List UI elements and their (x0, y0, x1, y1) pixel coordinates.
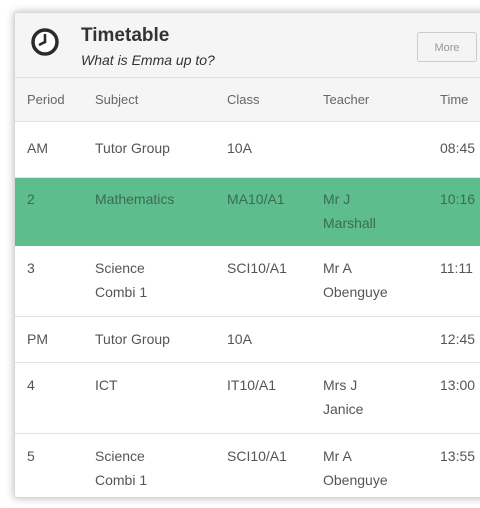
cell-class: 10A (227, 331, 252, 347)
cell-subject: Tutor Group (95, 331, 170, 347)
screen: Timetable What is Emma up to? More Perio… (0, 0, 480, 508)
table-row[interactable]: 5 Science Combi 1 SCI10/A1 Mr A Obenguye… (15, 434, 480, 497)
cell-period: 2 (27, 191, 35, 207)
column-header-teacher: Teacher (323, 92, 370, 107)
table-row[interactable]: 4 ICT IT10/A1 Mrs J Janice 13:00 (15, 363, 480, 434)
cell-time: 10:16 (440, 191, 476, 207)
cell-teacher: Mr A Obenguye (323, 448, 388, 488)
cell-time: 11:11 (440, 260, 473, 276)
cell-teacher: Mrs J Janice (323, 377, 364, 417)
table-row[interactable]: PM Tutor Group 10A 12:45 (15, 317, 480, 363)
cell-subject: Mathematics (95, 191, 175, 207)
cell-time: 13:55 (440, 448, 476, 464)
cell-time: 12:45 (440, 331, 476, 347)
cell-period: PM (27, 331, 48, 347)
cell-time: 08:45 (440, 140, 476, 156)
cell-teacher: Mr A Obenguye (323, 260, 388, 300)
column-header-class: Class (227, 92, 260, 107)
table-header: Period Subject Class Teacher Time (15, 78, 480, 122)
cell-subject: Science Combi 1 (95, 448, 148, 488)
more-button[interactable]: More (417, 32, 477, 62)
timetable-header: Timetable What is Emma up to? More (15, 13, 480, 78)
table-row-current[interactable]: 2 Mathematics MA10/A1 Mr J Marshall 10:1… (15, 178, 480, 246)
column-header-subject: Subject (95, 92, 139, 107)
timetable-panel: Timetable What is Emma up to? More Perio… (14, 12, 480, 498)
table-row[interactable]: 3 Science Combi 1 SCI10/A1 Mr A Obenguye… (15, 246, 480, 317)
cell-teacher: Mr J Marshall (323, 191, 376, 231)
cell-class: 10A (227, 140, 252, 156)
cell-period: 4 (27, 377, 35, 393)
cell-class: SCI10/A1 (227, 260, 287, 276)
cell-period: 5 (27, 448, 35, 464)
cell-period: 3 (27, 260, 35, 276)
page-subtitle: What is Emma up to? (81, 52, 215, 68)
table-row[interactable]: AM Tutor Group 10A 08:45 (15, 122, 480, 178)
column-header-period: Period (27, 92, 65, 107)
cell-subject: ICT (95, 377, 118, 393)
cell-time: 13:00 (440, 377, 476, 393)
cell-subject: Tutor Group (95, 140, 170, 156)
cell-period: AM (27, 140, 48, 156)
cell-class: MA10/A1 (227, 191, 285, 207)
column-header-time: Time (440, 92, 469, 107)
cell-class: SCI10/A1 (227, 448, 287, 464)
cell-class: IT10/A1 (227, 377, 277, 393)
page-title: Timetable (81, 25, 170, 46)
clock-icon (31, 28, 59, 56)
cell-subject: Science Combi 1 (95, 260, 148, 300)
